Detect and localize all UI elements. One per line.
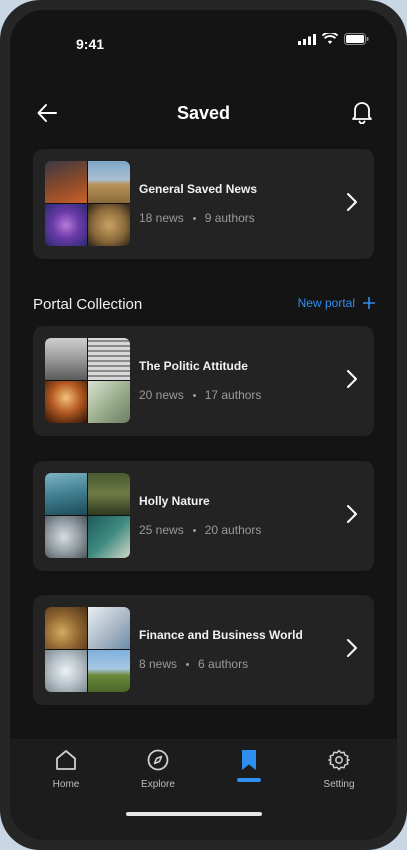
author-count: 20 authors — [204, 523, 262, 537]
thumbnail-turtle — [45, 473, 87, 515]
collection-card-finance[interactable]: Finance and Business World 8 news 6 auth… — [33, 595, 374, 705]
thumbnail-volcano — [45, 161, 87, 203]
nav-item-home[interactable]: Home — [26, 749, 106, 809]
author-count: 6 authors — [198, 657, 249, 671]
card-title: Finance and Business World — [139, 628, 303, 642]
compass-icon — [147, 749, 169, 771]
news-count: 18 news — [139, 211, 184, 225]
collection-card-nature[interactable]: Holly Nature 25 news 20 authors — [33, 461, 374, 571]
news-count: 25 news — [139, 523, 184, 537]
page-title: Saved — [176, 103, 231, 123]
thumbnail-money — [88, 381, 130, 423]
battery-icon — [344, 33, 369, 45]
thumbnail-crowd — [45, 381, 87, 423]
card-meta: 25 news 20 authors — [139, 523, 261, 537]
signal-icon — [298, 33, 316, 45]
thumbnail-pyramid — [88, 161, 130, 203]
thumbnail-globe — [45, 204, 87, 246]
wifi-icon — [322, 33, 338, 44]
status-time: 9:41 — [76, 36, 105, 52]
chevron-right-icon[interactable] — [346, 504, 358, 524]
thumbnail-card-payment — [88, 607, 130, 649]
card-thumbnail-mosaic — [45, 338, 130, 423]
author-count: 9 authors — [204, 211, 255, 225]
card-title: General Saved News — [139, 182, 258, 196]
nav-label-home: Home — [52, 779, 80, 790]
thumbnail-stethoscope — [45, 650, 87, 692]
new-portal-button[interactable]: New portal — [298, 296, 375, 310]
chevron-right-icon[interactable] — [346, 369, 358, 389]
collection-card-politic[interactable]: The Politic Attitude 20 news 17 authors — [33, 326, 374, 436]
thumbnail-coin — [88, 204, 130, 246]
chevron-right-icon[interactable] — [346, 638, 358, 658]
general-saved-news-card[interactable]: General Saved News 18 news 9 authors — [33, 149, 374, 259]
chevron-right-icon[interactable] — [346, 192, 358, 212]
card-meta: 20 news 17 authors — [139, 388, 261, 402]
bookmark-icon — [242, 750, 256, 770]
separator-dot — [186, 662, 190, 666]
news-count: 20 news — [139, 388, 184, 402]
nav-label-setting: Setting — [323, 779, 355, 790]
plus-icon — [363, 297, 375, 309]
status-icons — [298, 32, 369, 46]
section-title: Portal Collection — [33, 296, 143, 313]
app-screen: 9:41 Saved General Saved News 18 news 9 … — [10, 10, 397, 840]
nav-item-saved[interactable] — [209, 749, 289, 809]
card-thumbnail-mosaic — [45, 473, 130, 558]
card-meta: 18 news 9 authors — [139, 211, 255, 225]
card-title: The Politic Attitude — [139, 359, 248, 373]
thumbnail-newspaper — [88, 338, 130, 380]
nav-label-explore: Explore — [141, 779, 175, 790]
card-meta: 8 news 6 authors — [139, 657, 248, 671]
nav-item-setting[interactable]: Setting — [299, 749, 379, 809]
card-title: Holly Nature — [139, 494, 210, 508]
author-count: 17 authors — [204, 388, 262, 402]
news-count: 8 news — [139, 657, 178, 671]
gear-icon — [328, 749, 350, 771]
thumbnail-protest — [45, 338, 87, 380]
home-icon — [56, 750, 76, 770]
separator-dot — [192, 393, 196, 397]
app-header: Saved — [10, 98, 397, 132]
bottom-navigation: Home Explore Setting — [10, 739, 397, 840]
bell-icon[interactable] — [351, 100, 373, 124]
separator-dot — [192, 216, 196, 220]
separator-dot — [192, 528, 196, 532]
home-indicator[interactable] — [126, 812, 262, 816]
new-portal-label: New portal — [297, 296, 355, 310]
phone-frame: 9:41 Saved General Saved News 18 news 9 … — [0, 0, 407, 850]
thumbnail-tractor — [88, 650, 130, 692]
nav-item-explore[interactable]: Explore — [118, 749, 198, 809]
card-thumbnail-mosaic — [45, 607, 130, 692]
thumbnail-smoke — [45, 516, 87, 558]
active-tab-indicator — [237, 778, 261, 782]
thumbnail-forest — [88, 473, 130, 515]
thumbnail-snake — [88, 516, 130, 558]
card-thumbnail-mosaic — [45, 161, 130, 246]
thumbnail-coins — [45, 607, 87, 649]
